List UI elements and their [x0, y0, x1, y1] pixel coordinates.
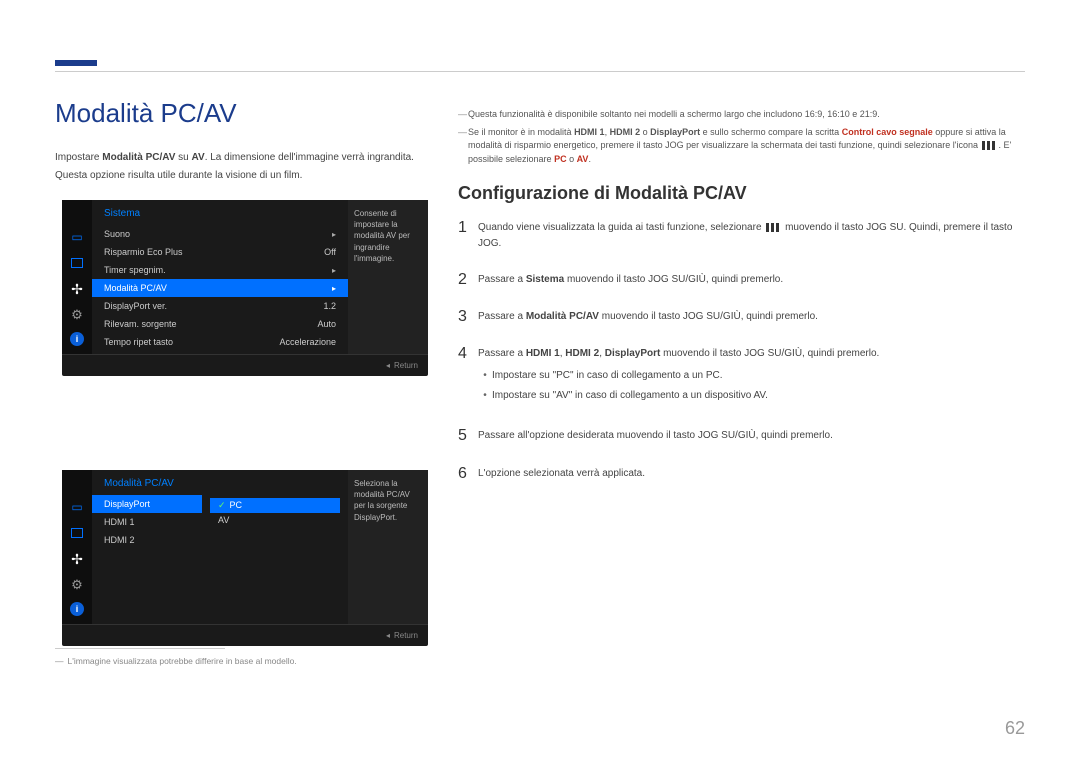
osd-option-row: AV	[210, 513, 340, 527]
osd-menu-row: Tempo ripet tastoAccelerazione	[92, 333, 348, 351]
osd-menu-title: Sistema	[92, 200, 348, 225]
gear-icon: ⚙	[68, 576, 86, 594]
osd-menu-title: Modalità PC/AV	[92, 470, 202, 495]
crosshair-icon: ✢	[68, 550, 86, 568]
osd-menu-row: Risparmio Eco PlusOff	[92, 243, 348, 261]
osd-sidebar-icons: ▭ ✢ ⚙ i	[62, 470, 92, 624]
osd-menu-row: Timer spegnim. ▸	[92, 261, 348, 279]
footnote: ―L'immagine visualizzata potrebbe differ…	[55, 656, 297, 666]
step-text: Quando viene visualizzata la guida ai ta…	[478, 218, 1025, 252]
note-1: ― Questa funzionalità è disponibile solt…	[458, 108, 1025, 122]
osd-screenshot-2: ▭ ✢ ⚙ i Modalità PC/AV DisplayPortHDMI 1…	[62, 470, 428, 646]
osd-submenu-row: HDMI 2	[92, 531, 202, 549]
step-bullet: •Impostare su "PC" in caso di collegamen…	[478, 368, 1025, 384]
step-number: 3	[458, 307, 478, 326]
step-text: Passare all'opzione desiderata muovendo …	[478, 426, 1025, 445]
menu-icon	[982, 141, 996, 150]
box-icon	[68, 524, 86, 542]
step-number: 2	[458, 270, 478, 289]
osd-footer: ◂Return	[62, 354, 428, 376]
step: 4Passare a HDMI 1, HDMI 2, DisplayPort m…	[458, 344, 1025, 408]
osd-menu-row: Modalità PC/AV ▸	[92, 279, 348, 297]
note-2: ― Se il monitor è in modalità HDMI 1, HD…	[458, 126, 1025, 167]
osd-help-text: Seleziona la modalità PC/AV per la sorge…	[348, 470, 428, 624]
osd-sidebar-icons: ▭ ✢ ⚙ i	[62, 200, 92, 354]
step-bullet: •Impostare su "AV" in caso di collegamen…	[478, 388, 1025, 404]
step-text: L'opzione selezionata verrà applicata.	[478, 464, 1025, 483]
right-notes: ― Questa funzionalità è disponibile solt…	[458, 108, 1025, 170]
intro-line-1: Impostare Modalità PC/AV su AV. La dimen…	[55, 150, 435, 166]
step-text: Passare a HDMI 1, HDMI 2, DisplayPort mu…	[478, 344, 1025, 408]
step-text: Passare a Sistema muovendo il tasto JOG …	[478, 270, 1025, 289]
osd-footer: ◂Return	[62, 624, 428, 646]
step-text: Passare a Modalità PC/AV muovendo il tas…	[478, 307, 1025, 326]
info-icon: i	[70, 332, 84, 346]
osd-option-row: ✓PC	[210, 498, 340, 513]
step-number: 4	[458, 344, 478, 408]
steps-list: 1Quando viene visualizzata la guida ai t…	[458, 218, 1025, 501]
page-number: 62	[1005, 718, 1025, 739]
step-number: 5	[458, 426, 478, 445]
section-title: Configurazione di Modalità PC/AV	[458, 183, 747, 204]
header-divider	[55, 71, 1025, 72]
monitor-icon: ▭	[68, 498, 86, 516]
info-icon: i	[70, 602, 84, 616]
intro-line-2: Questa opzione risulta utile durante la …	[55, 168, 435, 184]
osd-menu-row: Suono ▸	[92, 225, 348, 243]
crosshair-icon: ✢	[68, 280, 86, 298]
step-number: 1	[458, 218, 478, 252]
osd-screenshot-1: ▭ ✢ ⚙ i Sistema Suono ▸Risparmio Eco Plu…	[62, 200, 428, 376]
page-title: Modalità PC/AV	[55, 98, 237, 129]
osd-submenu-row: HDMI 1	[92, 513, 202, 531]
osd-menu-row: DisplayPort ver.1.2	[92, 297, 348, 315]
gear-icon: ⚙	[68, 306, 86, 324]
menu-icon	[766, 223, 780, 232]
header-accent	[55, 60, 97, 66]
box-icon	[68, 254, 86, 272]
step: 2Passare a Sistema muovendo il tasto JOG…	[458, 270, 1025, 289]
step-number: 6	[458, 464, 478, 483]
step: 5Passare all'opzione desiderata muovendo…	[458, 426, 1025, 445]
osd-menu-row: Rilevam. sorgenteAuto	[92, 315, 348, 333]
osd-submenu-row: DisplayPort	[92, 495, 202, 513]
step: 3Passare a Modalità PC/AV muovendo il ta…	[458, 307, 1025, 326]
monitor-icon: ▭	[68, 228, 86, 246]
step: 6L'opzione selezionata verrà applicata.	[458, 464, 1025, 483]
step: 1Quando viene visualizzata la guida ai t…	[458, 218, 1025, 252]
footnote-divider	[55, 648, 225, 649]
osd-help-text: Consente di impostare la modalità AV per…	[348, 200, 428, 354]
